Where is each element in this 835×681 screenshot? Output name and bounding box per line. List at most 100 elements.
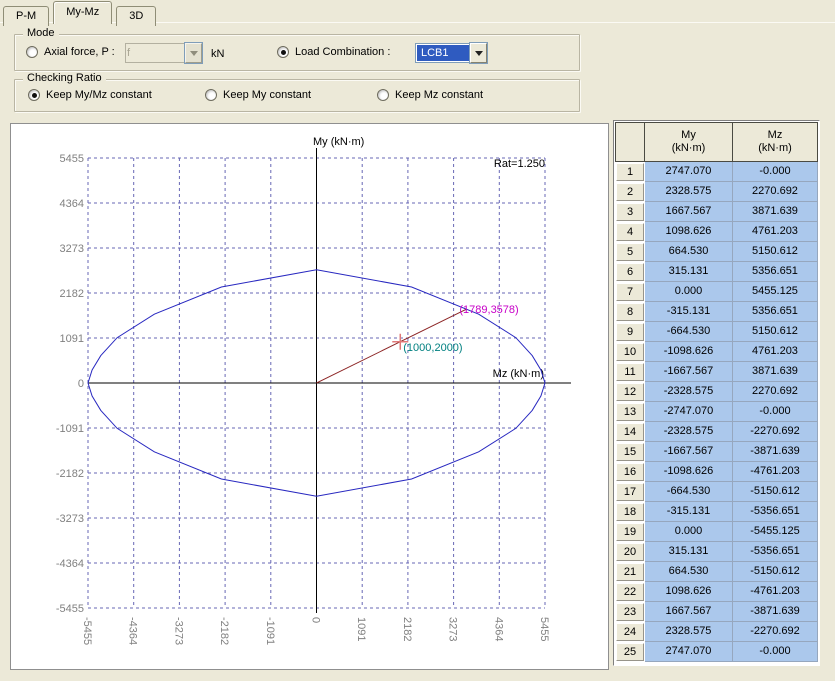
keep-mz-radio[interactable]: Keep Mz constant xyxy=(377,89,483,101)
table-header-my-line2: (kN·m) xyxy=(645,142,732,155)
table-row-number[interactable]: 16 xyxy=(616,463,644,481)
table-row-number[interactable]: 5 xyxy=(616,243,644,261)
table-row-number[interactable]: 17 xyxy=(616,483,644,501)
table-cell-mz: 5356.651 xyxy=(733,262,818,282)
table-row-number[interactable]: 1 xyxy=(616,163,644,181)
table-row-number[interactable]: 20 xyxy=(616,543,644,561)
axial-force-combobox-value: f xyxy=(125,43,185,63)
y-axis-title: My (kN·m) xyxy=(313,136,364,148)
y-tick-label: -5455 xyxy=(56,603,84,615)
table-row-number[interactable]: 11 xyxy=(616,363,644,381)
table-cell-mz: -5356.651 xyxy=(733,502,818,522)
table-cell-mz: 5150.612 xyxy=(733,322,818,342)
table-cell-mz: 3871.639 xyxy=(733,362,818,382)
y-tick-label: 4364 xyxy=(60,198,84,210)
table-cell-mz: 5150.612 xyxy=(733,242,818,262)
table-header-my-line1: My xyxy=(645,129,732,142)
keep-mz-radio-label: Keep Mz constant xyxy=(395,89,483,101)
y-tick-label: 3273 xyxy=(60,243,84,255)
tab-page-my-mz: Mode Axial force, P : f kN Load Combinat… xyxy=(0,22,835,681)
table-row-number[interactable]: 6 xyxy=(616,263,644,281)
axial-force-radio[interactable]: Axial force, P : xyxy=(26,46,115,58)
table-cell-my: 0.000 xyxy=(645,522,733,542)
load-combination-radio[interactable]: Load Combination : xyxy=(277,46,390,58)
load-combination-arrow[interactable] xyxy=(470,43,487,63)
table-cell-my: -2328.575 xyxy=(645,422,733,442)
keep-mymz-radio-circle[interactable] xyxy=(28,89,40,101)
table-row-number[interactable]: 10 xyxy=(616,343,644,361)
table-cell-mz: 5455.125 xyxy=(733,282,818,302)
y-tick-label: -3273 xyxy=(56,513,84,525)
load-combination-combobox[interactable]: LCB1 xyxy=(415,43,487,63)
table-header-mz: Mz (kN·m) xyxy=(733,122,818,162)
table-cell-mz: -2270.692 xyxy=(733,622,818,642)
table-cell-mz: -0.000 xyxy=(733,642,818,662)
y-tick-label: 5455 xyxy=(60,153,84,165)
table-row-number[interactable]: 4 xyxy=(616,223,644,241)
result-table-panel: My (kN·m) Mz (kN·m) 12747.070-0.00022328… xyxy=(613,120,820,666)
table-header-rownum xyxy=(615,122,645,162)
table-cell-my: -2747.070 xyxy=(645,402,733,422)
table-row-number[interactable]: 15 xyxy=(616,443,644,461)
table-cell-my: -315.131 xyxy=(645,302,733,322)
table-cell-my: 664.530 xyxy=(645,562,733,582)
table-row-number[interactable]: 24 xyxy=(616,623,644,641)
load-combination-field[interactable]: LCB1 xyxy=(415,43,470,63)
table-cell-mz: 4761.203 xyxy=(733,222,818,242)
table-row-number[interactable]: 2 xyxy=(616,183,644,201)
keep-my-radio-circle[interactable] xyxy=(205,89,217,101)
x-tick-label: -1091 xyxy=(264,617,276,645)
table-row-number[interactable]: 7 xyxy=(616,283,644,301)
table-row-number[interactable]: 3 xyxy=(616,203,644,221)
table-cell-mz: 2270.692 xyxy=(733,382,818,402)
table-cell-my: 2747.070 xyxy=(645,642,733,662)
y-tick-label: 2182 xyxy=(60,288,84,300)
chevron-down-icon xyxy=(190,51,198,56)
load-combination-value: LCB1 xyxy=(417,45,469,61)
table-row-number[interactable]: 18 xyxy=(616,503,644,521)
y-tick-label: -1091 xyxy=(56,423,84,435)
table-row-number[interactable]: 14 xyxy=(616,423,644,441)
tab-p-m[interactable]: P-M xyxy=(3,6,49,26)
axial-force-radio-circle[interactable] xyxy=(26,46,38,58)
x-tick-label: -5455 xyxy=(81,617,93,645)
keep-my-radio[interactable]: Keep My constant xyxy=(205,89,311,101)
table-cell-my: -2328.575 xyxy=(645,382,733,402)
table-row-number[interactable]: 25 xyxy=(616,643,644,661)
keep-mymz-radio[interactable]: Keep My/Mz constant xyxy=(28,89,152,101)
table-cell-mz: -0.000 xyxy=(733,402,818,422)
table-row-number[interactable]: 19 xyxy=(616,523,644,541)
table-cell-mz: -4761.203 xyxy=(733,462,818,482)
table-cell-mz: 5356.651 xyxy=(733,302,818,322)
axial-force-radio-label: Axial force, P : xyxy=(44,46,115,58)
table-row-number[interactable]: 9 xyxy=(616,323,644,341)
table-cell-my: -1667.567 xyxy=(645,442,733,462)
mode-groupbox-title: Mode xyxy=(23,27,59,39)
tab-my-mz[interactable]: My-Mz xyxy=(53,1,112,24)
table-cell-my: 315.131 xyxy=(645,262,733,282)
x-tick-label: 5455 xyxy=(538,617,550,641)
table-cell-my: 0.000 xyxy=(645,282,733,302)
tab-p-m-label: P-M xyxy=(16,10,36,22)
x-axis-title: Mz (kN·m) xyxy=(493,368,544,380)
keep-mz-radio-circle[interactable] xyxy=(377,89,389,101)
table-row-number[interactable]: 21 xyxy=(616,563,644,581)
table-header-my: My (kN·m) xyxy=(645,122,733,162)
tab-3d[interactable]: 3D xyxy=(116,6,156,26)
load-combination-radio-circle[interactable] xyxy=(277,46,289,58)
app-window: { "tabs": [ { "label": "P-M", "active": … xyxy=(0,0,835,681)
table-row-number[interactable]: 23 xyxy=(616,603,644,621)
x-tick-label: -3273 xyxy=(172,617,184,645)
table-row-number[interactable]: 22 xyxy=(616,583,644,601)
table-row-number[interactable]: 13 xyxy=(616,403,644,421)
x-tick-label: 0 xyxy=(310,617,322,623)
table-row-number[interactable]: 12 xyxy=(616,383,644,401)
table-cell-mz: -2270.692 xyxy=(733,422,818,442)
table-cell-my: -664.530 xyxy=(645,482,733,502)
tab-3d-label: 3D xyxy=(129,10,143,22)
table-cell-mz: -3871.639 xyxy=(733,602,818,622)
table-cell-my: -1098.626 xyxy=(645,342,733,362)
keep-mymz-radio-label: Keep My/Mz constant xyxy=(46,89,152,101)
table-row-number[interactable]: 8 xyxy=(616,303,644,321)
keep-my-radio-label: Keep My constant xyxy=(223,89,311,101)
